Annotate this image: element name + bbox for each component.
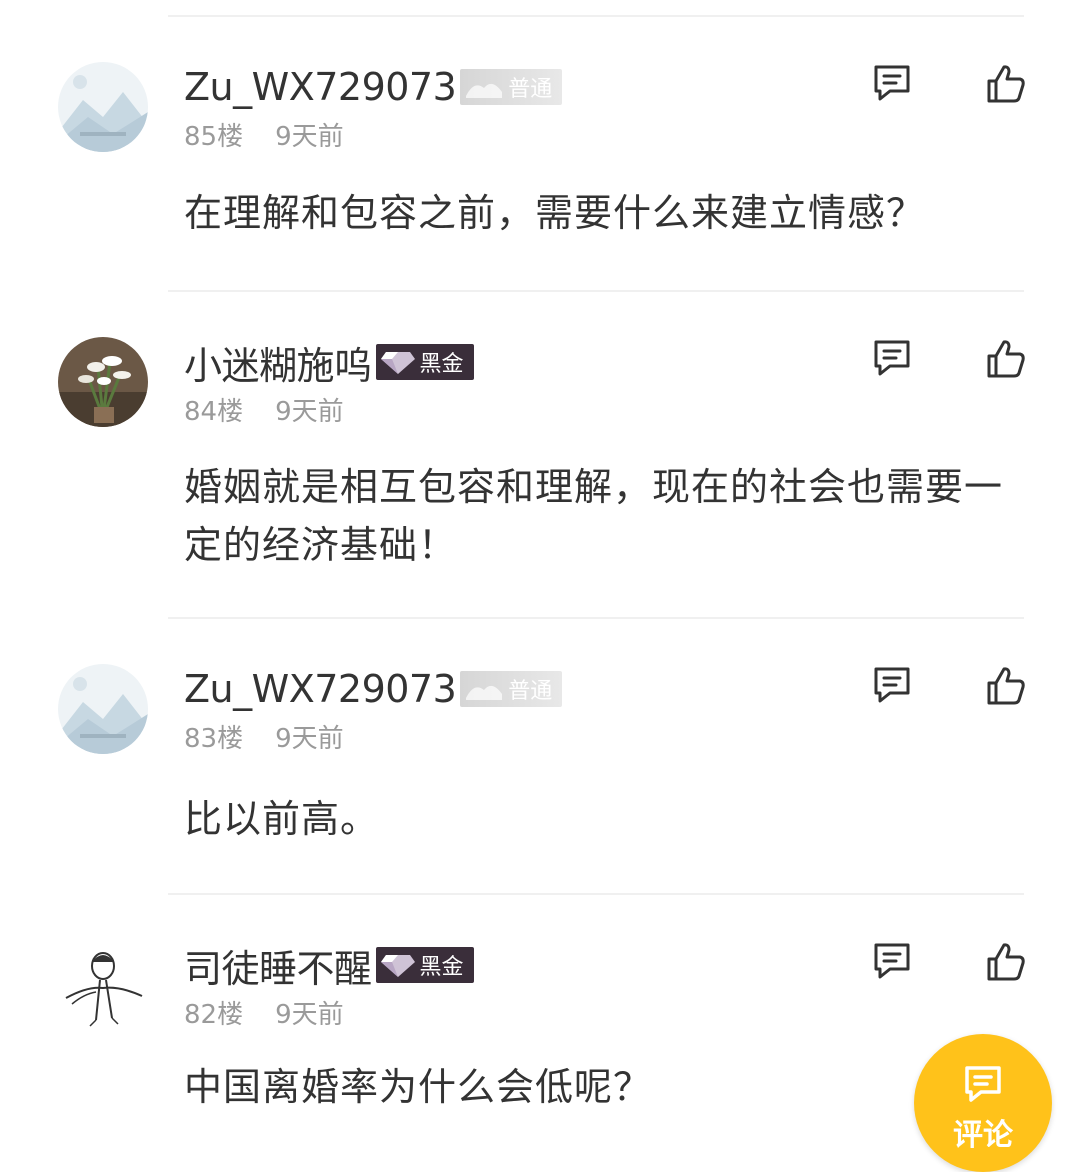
- reply-icon: [874, 667, 910, 703]
- reply-button[interactable]: [867, 660, 917, 710]
- username[interactable]: Zu_WX729073: [184, 65, 457, 109]
- write-comment-label: 评论: [953, 1118, 1013, 1153]
- username[interactable]: 司徒睡不醒: [184, 938, 372, 993]
- diamond-icon: [380, 955, 415, 977]
- user-level-badge: 黑金: [375, 947, 474, 983]
- avatar[interactable]: [58, 940, 148, 1030]
- diamond-icon: [380, 352, 415, 374]
- timestamp: 9天前: [275, 1000, 344, 1030]
- thumbs-up-icon: [987, 943, 1025, 981]
- comment-text: 中国离婚率为什么会低呢？: [184, 1065, 653, 1109]
- user-level-badge: 普通: [460, 69, 563, 105]
- user-name-row: 司徒睡不醒 黑金: [184, 938, 474, 993]
- floor-number: 85楼: [184, 122, 244, 152]
- level-icon: [466, 83, 503, 98]
- badge-label: 黑金: [419, 352, 464, 377]
- comment-text: 在理解和包容之前，需要什么来建立情感？: [184, 191, 926, 235]
- avatar[interactable]: [58, 337, 148, 427]
- user-level-badge: 普通: [460, 671, 563, 707]
- top-divider: [168, 15, 1024, 17]
- thumbs-up-icon: [987, 340, 1025, 378]
- reply-icon: [874, 340, 910, 376]
- user-level-badge: 黑金: [375, 344, 474, 380]
- comment-meta: 83楼 9天前: [184, 718, 344, 755]
- floor-number: 82楼: [184, 1000, 244, 1030]
- user-name-row: Zu_WX729073 普通: [184, 664, 563, 714]
- write-comment-button[interactable]: 评论: [914, 1034, 1052, 1172]
- comment-meta: 82楼 9天前: [184, 994, 344, 1031]
- reply-icon: [874, 65, 910, 101]
- badge-label: 普通: [508, 679, 553, 704]
- badge-label: 普通: [508, 77, 553, 102]
- reply-button[interactable]: [867, 333, 917, 383]
- comment-text: 婚姻就是相互包容和理解，现在的社会也需要一定的经济基础！: [184, 465, 1004, 567]
- badge-label: 黑金: [419, 955, 464, 980]
- floor-number: 83楼: [184, 724, 244, 754]
- comment-divider: [168, 617, 1024, 619]
- like-button[interactable]: [980, 936, 1030, 986]
- comment-meta: 85楼 9天前: [184, 116, 344, 153]
- like-button[interactable]: [980, 58, 1030, 108]
- timestamp: 9天前: [275, 724, 344, 754]
- thumbs-up-icon: [987, 65, 1025, 103]
- comment-divider: [168, 290, 1024, 292]
- avatar[interactable]: [58, 62, 148, 152]
- thumbs-up-icon: [987, 667, 1025, 705]
- comment-divider: [168, 893, 1024, 895]
- reply-icon: [874, 943, 910, 979]
- user-name-row: Zu_WX729073 普通: [184, 62, 563, 112]
- reply-button[interactable]: [867, 936, 917, 986]
- avatar[interactable]: [58, 664, 148, 754]
- username[interactable]: Zu_WX729073: [184, 667, 457, 711]
- level-icon: [466, 685, 503, 700]
- reply-button[interactable]: [867, 58, 917, 108]
- timestamp: 9天前: [275, 122, 344, 152]
- like-button[interactable]: [980, 660, 1030, 710]
- comment-text: 比以前高。: [184, 797, 380, 841]
- username[interactable]: 小迷糊施呜: [184, 335, 372, 390]
- floor-number: 84楼: [184, 397, 244, 427]
- timestamp: 9天前: [275, 397, 344, 427]
- comment-icon: [965, 1066, 1001, 1102]
- comment-meta: 84楼 9天前: [184, 391, 344, 428]
- like-button[interactable]: [980, 333, 1030, 383]
- user-name-row: 小迷糊施呜 黑金: [184, 335, 474, 390]
